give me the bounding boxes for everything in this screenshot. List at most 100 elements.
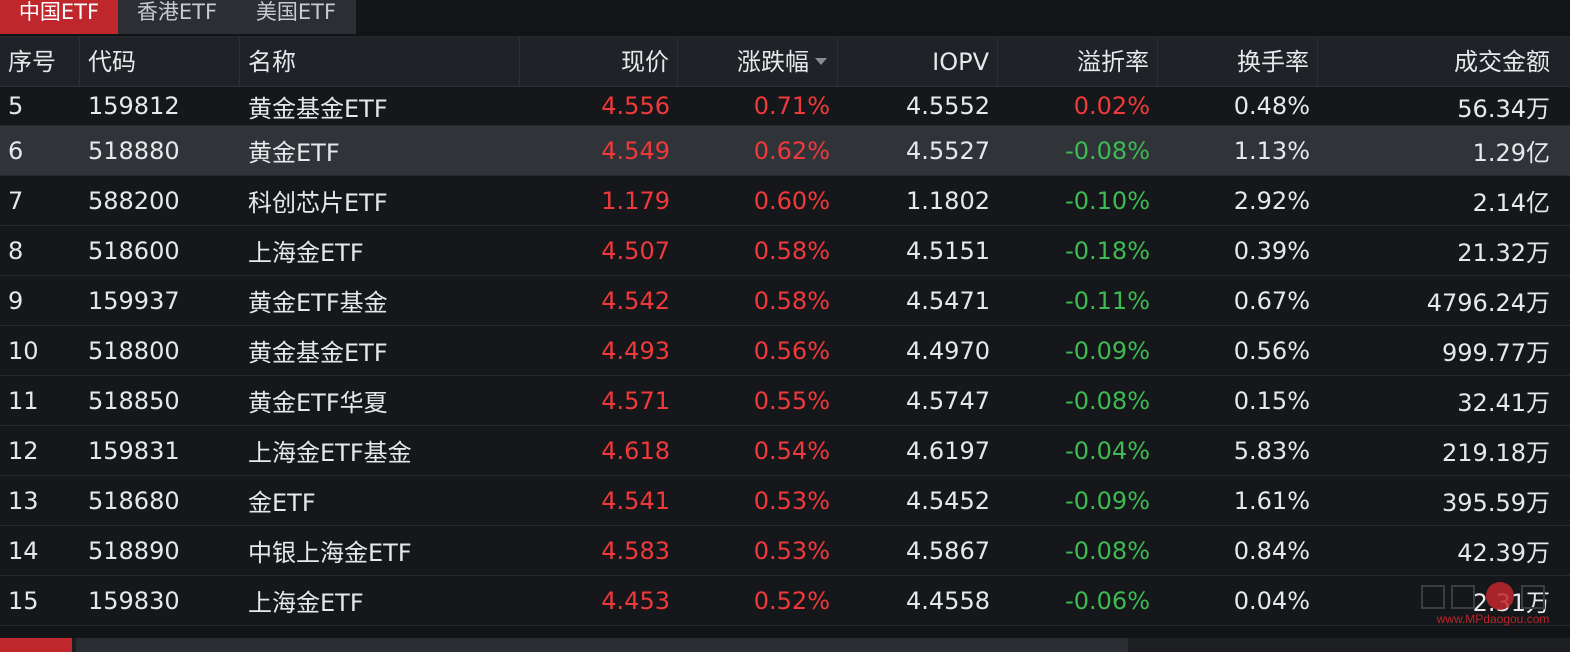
cell-price: 4.542 <box>601 286 670 315</box>
cell-premium: -0.10% <box>1065 186 1150 215</box>
cell-premium: -0.09% <box>1065 336 1150 365</box>
watermark-url: www.MPdaogou.com <box>1436 612 1550 626</box>
cell-index: 13 <box>8 486 39 515</box>
cell-index: 9 <box>8 286 24 315</box>
cell-iopv: 4.5552 <box>906 92 990 120</box>
table-row[interactable]: 14 518890 中银上海金ETF 4.583 0.53% 4.5867 -0.08% 0.… <box>0 526 1570 576</box>
table-row[interactable]: 7 588200 科创芯片ETF 1.179 0.60% 1.1802 -0.10% 2.92… <box>0 176 1570 226</box>
cell-change: 0.53% <box>753 536 830 565</box>
table-header: 序号 代码 名称 现价 涨跌幅 IOPV 溢折率 换手率 成交金额 <box>0 38 1570 87</box>
horizontal-scrollbar[interactable] <box>0 638 1570 652</box>
cell-amount: 42.39万 <box>1457 539 1550 567</box>
column-header-index[interactable]: 序号 <box>0 38 80 86</box>
cell-change: 0.60% <box>753 186 830 215</box>
cell-premium: -0.04% <box>1065 436 1150 465</box>
cell-turnover: 0.56% <box>1233 336 1310 365</box>
column-header-amount[interactable]: 成交金额 <box>1318 38 1558 86</box>
cell-amount: 219.18万 <box>1442 439 1550 467</box>
cell-code: 518850 <box>88 386 180 415</box>
cell-code: 159812 <box>88 92 180 120</box>
cell-name: 黄金ETF华夏 <box>248 389 388 417</box>
cell-name: 上海金ETF <box>248 239 364 267</box>
cell-turnover: 0.48% <box>1233 92 1310 120</box>
tab-hongkong-etf[interactable]: 香港ETF <box>118 0 236 34</box>
cell-price: 4.583 <box>601 536 670 565</box>
column-header-code[interactable]: 代码 <box>80 38 240 86</box>
cell-amount: 21.32万 <box>1457 239 1550 267</box>
cell-change: 0.56% <box>753 336 830 365</box>
cell-premium: -0.08% <box>1065 136 1150 165</box>
cell-change: 0.54% <box>753 436 830 465</box>
table-row[interactable]: 6 518880 黄金ETF 4.549 0.62% 4.5527 -0.08% 1.13% 1… <box>0 126 1570 176</box>
table-row[interactable]: 10 518800 黄金基金ETF 4.493 0.56% 4.4970 -0.09% 0.5… <box>0 326 1570 376</box>
cell-change: 0.71% <box>753 92 830 120</box>
table-row[interactable]: 9 159937 黄金ETF基金 4.542 0.58% 4.5471 -0.11% 0.67… <box>0 276 1570 326</box>
scrollbar-thumb[interactable] <box>76 638 1128 652</box>
table-row[interactable]: 12 159831 上海金ETF基金 4.618 0.54% 4.6197 -0.04% 5.… <box>0 426 1570 476</box>
table-row[interactable]: 8 518600 上海金ETF 4.507 0.58% 4.5151 -0.18% 0.39%… <box>0 226 1570 276</box>
cell-change: 0.52% <box>753 586 830 615</box>
cell-amount: 2.14亿 <box>1472 189 1550 217</box>
column-header-premium[interactable]: 溢折率 <box>998 38 1158 86</box>
table-row[interactable]: 11 518850 黄金ETF华夏 4.571 0.55% 4.5747 -0.08% 0.1… <box>0 376 1570 426</box>
cell-index: 15 <box>8 586 39 615</box>
cell-name: 黄金ETF <box>248 139 340 167</box>
cell-price: 4.571 <box>601 386 670 415</box>
etf-table-body: 5 159812 黄金基金ETF 4.556 0.71% 4.5552 0.02% 0.48%… <box>0 87 1570 626</box>
cell-turnover: 0.15% <box>1233 386 1310 415</box>
column-header-change[interactable]: 涨跌幅 <box>678 38 838 86</box>
cell-index: 7 <box>8 186 24 215</box>
cell-name: 上海金ETF <box>248 589 364 617</box>
column-header-turnover[interactable]: 换手率 <box>1158 38 1318 86</box>
cell-iopv: 4.4558 <box>906 586 990 615</box>
column-header-iopv[interactable]: IOPV <box>838 38 998 86</box>
cell-price: 4.541 <box>601 486 670 515</box>
cell-index: 6 <box>8 136 24 165</box>
cell-turnover: 0.84% <box>1233 536 1310 565</box>
cell-code: 518800 <box>88 336 180 365</box>
cell-change: 0.62% <box>753 136 830 165</box>
column-header-name[interactable]: 名称 <box>240 38 520 86</box>
cell-price: 4.618 <box>601 436 670 465</box>
cell-iopv: 4.6197 <box>906 436 990 465</box>
cell-iopv: 1.1802 <box>906 186 990 215</box>
tab-china-etf[interactable]: 中国ETF <box>0 0 118 34</box>
cell-name: 黄金基金ETF <box>248 94 388 123</box>
cell-name: 上海金ETF基金 <box>248 439 412 467</box>
cell-turnover: 0.04% <box>1233 586 1310 615</box>
cell-code: 159831 <box>88 436 180 465</box>
cell-turnover: 1.13% <box>1233 136 1310 165</box>
cell-amount: 395.59万 <box>1442 489 1550 517</box>
cell-turnover: 2.92% <box>1233 186 1310 215</box>
cell-iopv: 4.5747 <box>906 386 990 415</box>
table-row[interactable]: 13 518680 金ETF 4.541 0.53% 4.5452 -0.09% 1.61% 3… <box>0 476 1570 526</box>
cell-amount: 32.41万 <box>1457 389 1550 417</box>
cell-iopv: 4.5471 <box>906 286 990 315</box>
tab-us-etf[interactable]: 美国ETF <box>236 0 356 34</box>
cell-code: 518890 <box>88 536 180 565</box>
cell-amount: 56.34万 <box>1457 94 1550 123</box>
cell-iopv: 4.5452 <box>906 486 990 515</box>
cell-index: 8 <box>8 236 24 265</box>
cell-code: 518600 <box>88 236 180 265</box>
cell-amount: 1.29亿 <box>1472 139 1550 167</box>
table-row[interactable]: 5 159812 黄金基金ETF 4.556 0.71% 4.5552 0.02% 0.48%… <box>0 87 1570 126</box>
etf-ranking-screen: 中国ETF 香港ETF 美国ETF 序号 代码 名称 现价 涨跌幅 IOPV 溢… <box>0 0 1570 652</box>
cell-code: 518880 <box>88 136 180 165</box>
watermark-logo: www.MPdaogou.com <box>1418 578 1568 630</box>
cell-name: 金ETF <box>248 489 316 517</box>
cell-turnover: 1.61% <box>1233 486 1310 515</box>
column-header-price[interactable]: 现价 <box>520 38 678 86</box>
table-row[interactable]: 15 159830 上海金ETF 4.453 0.52% 4.4558 -0.06% 0.04… <box>0 576 1570 626</box>
watermark-logo-icon <box>1421 582 1545 610</box>
cell-change: 0.58% <box>753 286 830 315</box>
sort-descending-icon <box>815 57 827 65</box>
cell-name: 黄金基金ETF <box>248 339 388 367</box>
cell-change: 0.55% <box>753 386 830 415</box>
cell-code: 159937 <box>88 286 180 315</box>
cell-code: 588200 <box>88 186 180 215</box>
cell-turnover: 0.67% <box>1233 286 1310 315</box>
cell-premium: 0.02% <box>1073 92 1150 120</box>
cell-change: 0.53% <box>753 486 830 515</box>
cell-premium: -0.08% <box>1065 536 1150 565</box>
